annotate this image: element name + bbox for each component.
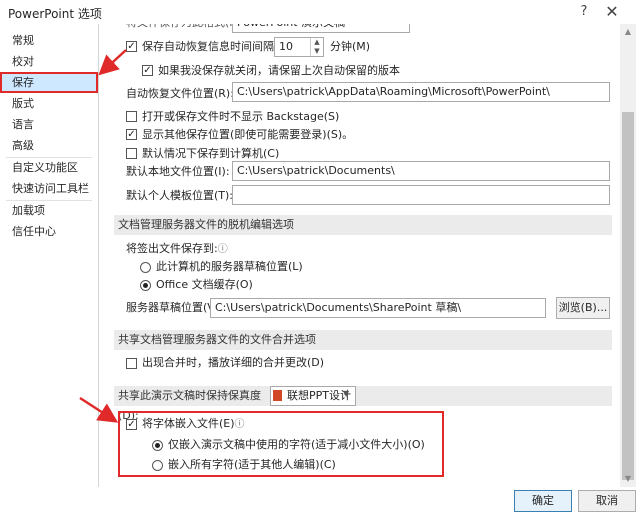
arrow-to-save-icon: [98, 49, 127, 76]
cancel-button[interactable]: 取消: [578, 490, 636, 512]
arrow-to-embed-fonts-icon: [79, 396, 119, 423]
annotation-arrows: [79, 49, 127, 423]
ok-button[interactable]: 确定: [514, 490, 572, 512]
